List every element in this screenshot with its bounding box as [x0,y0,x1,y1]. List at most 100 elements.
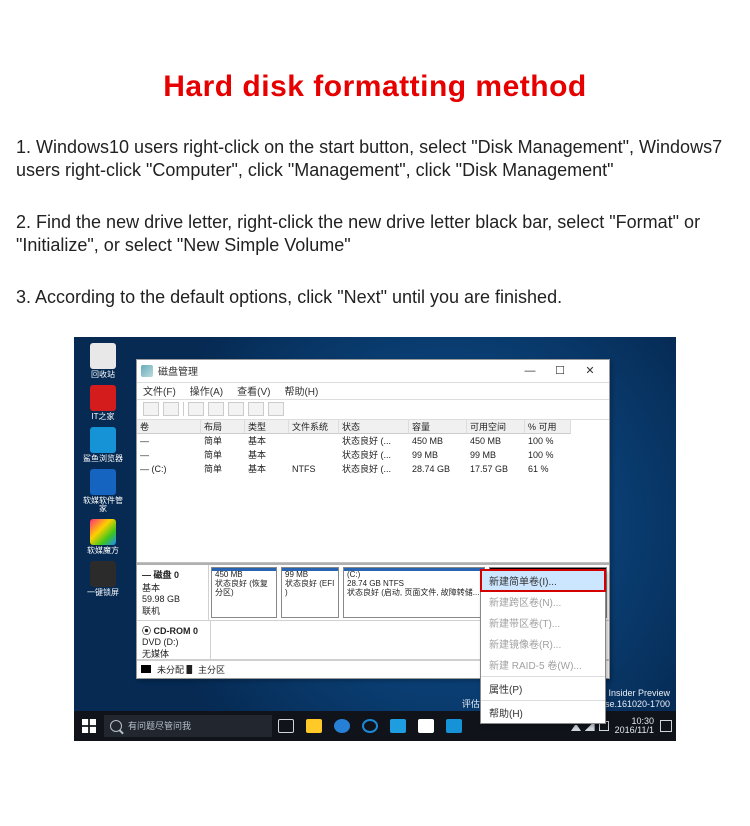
volume-list-header: 卷布局类型文件系统状态容量可用空间% 可用 [137,420,609,434]
volume-cell: 基本 [245,448,289,461]
step-3: 3. According to the default options, cli… [16,286,734,309]
partition[interactable]: 99 MB状态良好 (EFI ) [281,567,339,618]
legend-swatch-unalloc [141,665,151,673]
toolbar-separator [183,402,184,416]
menu-item[interactable]: 操作(A) [190,383,223,398]
toolbar-button[interactable] [248,402,264,416]
window-minimize-button[interactable]: — [515,361,545,381]
volume-list-pane: 卷布局类型文件系统状态容量可用空间% 可用 —简单基本状态良好 (...450 … [137,420,609,563]
volume-column-header[interactable]: 可用空间 [467,420,525,434]
page-title: Hard disk formatting method [16,70,734,104]
disk0-label: — 磁盘 0 基本 59.98 GB 联机 [137,565,209,620]
taskbar-app-icon[interactable] [412,712,440,740]
legend-text: 未分配 ▋ 主分区 [157,663,225,676]
desktop-app-icon [90,385,116,411]
edge-icon[interactable] [356,712,384,740]
search-icon [110,720,122,732]
window-title-text: 磁盘管理 [158,363,198,378]
toolbar-button[interactable] [208,402,224,416]
taskbar-app-icon[interactable] [300,712,328,740]
desktop-icon[interactable]: IT之家 [80,385,126,421]
context-menu-item[interactable]: 帮助(H) [481,702,605,723]
menu-item[interactable]: 查看(V) [237,383,270,398]
desktop-icon-label: IT之家 [91,413,114,421]
context-menu: 新建简单卷(I)...新建跨区卷(N)...新建带区卷(T)...新建镜像卷(R… [480,569,606,724]
partition[interactable]: (C:)28.74 GB NTFS状态良好 (启动, 页面文件, 故障转储... [343,567,485,618]
volume-cell: 简单 [201,448,245,461]
partition[interactable]: 450 MB状态良好 (恢复分区) [211,567,277,618]
cdrom-label: ⦿ CD-ROM 0 DVD (D:) 无媒体 [137,621,211,659]
volume-column-header[interactable]: 文件系统 [289,420,339,434]
volume-cell: 简单 [201,434,245,447]
task-view-icon[interactable] [272,712,300,740]
volume-cell: 450 MB [409,436,467,446]
desktop-icon[interactable]: 一键锁屏 [80,561,126,597]
volume-cell: 状态良好 (... [339,434,409,447]
context-menu-item: 新建带区卷(T)... [481,612,605,633]
volume-cell: — (C:) [137,464,201,474]
context-menu-item: 新建 RAID-5 卷(W)... [481,654,605,675]
volume-row[interactable]: — (C:)简单基本NTFS状态良好 (...28.74 GB17.57 GB6… [137,462,609,476]
volume-cell: 100 % [525,436,571,446]
desktop-app-icon [90,469,116,495]
taskbar-clock[interactable]: 10:30 2016/11/1 [615,717,654,736]
desktop-app-icon [90,519,116,545]
context-menu-separator [481,676,605,677]
desktop-icon[interactable]: 回收站 [80,343,126,379]
start-button[interactable] [74,711,104,741]
toolbar-button[interactable] [143,402,159,416]
toolbar-button[interactable] [188,402,204,416]
desktop-icon-label: 软媒软件管家 [80,497,126,513]
desktop-icon[interactable]: 鲨鱼浏览器 [80,427,126,463]
context-menu-separator [481,700,605,701]
store-icon[interactable] [384,712,412,740]
volume-column-header[interactable]: 卷 [137,420,201,434]
taskbar-app-icon[interactable] [328,712,356,740]
volume-cell: 状态良好 (... [339,448,409,461]
context-menu-item: 新建跨区卷(N)... [481,591,605,612]
context-menu-item[interactable]: 新建简单卷(I)... [481,570,605,591]
volume-column-header[interactable]: 容量 [409,420,467,434]
volume-row[interactable]: —简单基本状态良好 (...450 MB450 MB100 % [137,434,609,448]
menu-item[interactable]: 文件(F) [143,383,176,398]
desktop-icon-label: 回收站 [91,371,115,379]
volume-cell: 基本 [245,462,289,475]
taskbar-app-icon[interactable] [440,712,468,740]
window-maximize-button[interactable]: ☐ [545,361,575,381]
menu-item[interactable]: 帮助(H) [284,383,318,398]
desktop-icon[interactable]: 软媒软件管家 [80,469,126,513]
volume-cell: — [137,450,201,460]
window-titlebar[interactable]: 磁盘管理 — ☐ ✕ [137,360,609,382]
volume-row[interactable]: —简单基本状态良好 (...99 MB99 MB100 % [137,448,609,462]
volume-cell: 17.57 GB [467,464,525,474]
volume-column-header[interactable]: 布局 [201,420,245,434]
step-2: 2. Find the new drive letter, right-clic… [16,211,734,258]
window-app-icon [141,365,153,377]
volume-cell: 99 MB [467,450,525,460]
window-close-button[interactable]: ✕ [575,361,605,381]
window-toolbar [137,400,609,420]
volume-cell: 基本 [245,434,289,447]
volume-list-blank [137,476,609,562]
toolbar-button[interactable] [228,402,244,416]
volume-cell: 61 % [525,464,571,474]
taskbar-search[interactable]: 有问题尽管问我 [104,715,272,737]
desktop-icon[interactable]: 软媒魔方 [80,519,126,555]
desktop-app-icon [90,561,116,587]
desktop-icon-label: 软媒魔方 [87,547,119,555]
volume-cell: 100 % [525,450,571,460]
volume-cell: 99 MB [409,450,467,460]
volume-cell: 状态良好 (... [339,462,409,475]
context-menu-item: 新建镜像卷(R)... [481,633,605,654]
volume-column-header[interactable]: 状态 [339,420,409,434]
context-menu-item[interactable]: 属性(P) [481,678,605,699]
screenshot-panel: 回收站 IT之家鲨鱼浏览器软媒软件管家软媒魔方一键锁屏 磁盘管理 — ☐ ✕ 文件… [74,337,676,741]
action-center-icon[interactable] [660,720,672,732]
volume-list-rows: —简单基本状态良好 (...450 MB450 MB100 %—简单基本状态良好… [137,434,609,476]
toolbar-button[interactable] [268,402,284,416]
toolbar-button[interactable] [163,402,179,416]
volume-cell: 28.74 GB [409,464,467,474]
volume-column-header[interactable]: 类型 [245,420,289,434]
desktop-app-icon [90,427,116,453]
volume-column-header[interactable]: % 可用 [525,420,571,434]
